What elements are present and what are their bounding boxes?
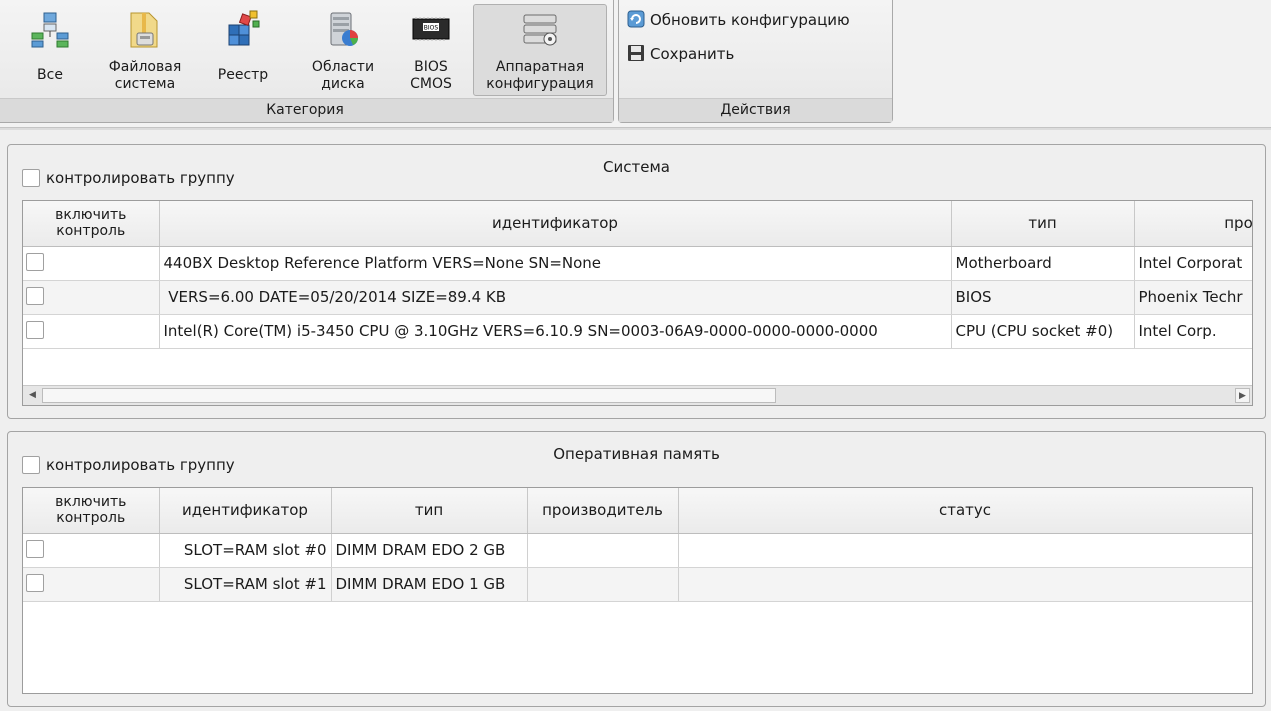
category-bios-label-1: BIOS: [414, 59, 448, 75]
memory-group-check-label: контролировать группу: [46, 456, 235, 474]
row-status: [678, 567, 1252, 602]
refresh-config-button[interactable]: Обновить конфигурацию: [627, 9, 850, 31]
category-disk-areas-label-2: диска: [321, 76, 365, 92]
save-button[interactable]: Сохранить: [627, 43, 734, 65]
scroll-left-arrow-icon[interactable]: ◀: [25, 388, 40, 403]
row-manufacturer: [527, 567, 679, 602]
system-group-check-label: контролировать группу: [46, 169, 235, 187]
memory-group-check[interactable]: контролировать группу: [22, 456, 235, 474]
category-disk-areas-label-1: Области: [311, 59, 375, 75]
row-identifier: SLOT=RAM slot #1: [159, 567, 332, 602]
col-manufacturer[interactable]: производитель: [527, 488, 679, 534]
disk-areas-icon: [330, 12, 358, 46]
memory-table: включить контроль идентификатор тип прои…: [22, 487, 1253, 694]
col-status[interactable]: статус: [678, 488, 1252, 534]
category-group-label: Категория: [0, 98, 613, 122]
col-identifier[interactable]: идентификатор: [159, 488, 332, 534]
refresh-config-label: Обновить конфигурацию: [650, 11, 850, 29]
col-type[interactable]: тип: [331, 488, 528, 534]
ribbon-toolbar: Все Файловая система Реестр Области диск…: [0, 0, 1271, 128]
memory-group-checkbox[interactable]: [22, 456, 40, 474]
row-type: CPU (CPU socket #0): [951, 314, 1135, 349]
category-group: Все Файловая система Реестр Области диск…: [0, 0, 614, 123]
bios-chip-text: BIOS: [424, 25, 439, 32]
system-table: включить контроль идентификатор тип прои…: [22, 200, 1253, 406]
row-identifier: 440BX Desktop Reference Platform VERS=No…: [159, 246, 952, 281]
memory-table-header: включить контроль идентификатор тип прои…: [23, 488, 1252, 534]
actions-group: Обновить конфигурацию Сохранить Действия: [618, 0, 893, 123]
category-filesystem-label-2: система: [114, 76, 176, 92]
hardware-config-icon: [523, 14, 557, 46]
col-type[interactable]: тип: [951, 201, 1135, 247]
row-type: DIMM DRAM EDO 2 GB: [331, 532, 528, 568]
row-identifier: VERS=6.00 DATE=05/20/2014 SIZE=89.4 KB: [159, 280, 952, 315]
category-bios-label-2: CMOS: [410, 76, 452, 92]
col-enable-control[interactable]: включить контроль: [23, 488, 160, 534]
col-manufacturer[interactable]: произво: [1134, 201, 1252, 247]
save-label: Сохранить: [650, 45, 735, 63]
col-identifier[interactable]: идентификатор: [159, 201, 952, 247]
row-manufacturer: Intel Corp.: [1134, 314, 1252, 349]
category-hardware-label-2: конфигурация: [486, 76, 594, 92]
category-all-label: Все: [37, 67, 63, 83]
category-bios-cmos-button[interactable]: BIOS BIOS CMOS: [401, 4, 461, 96]
table-row[interactable]: SLOT=RAM slot #1 DIMM DRAM EDO 1 GB: [23, 567, 1252, 602]
all-icon: [31, 12, 69, 48]
system-horizontal-scrollbar[interactable]: ◀ ▶: [23, 385, 1252, 405]
row-status: [678, 532, 1252, 568]
row-enable-checkbox[interactable]: [26, 286, 44, 305]
category-hardware-config-button[interactable]: Аппаратная конфигурация: [473, 4, 607, 96]
category-hardware-label-1: Аппаратная: [495, 59, 585, 75]
memory-panel: Оперативная память контролировать группу…: [7, 431, 1266, 707]
category-disk-areas-button[interactable]: Области диска: [295, 4, 391, 96]
category-registry-button[interactable]: Реестр: [209, 4, 277, 96]
table-row[interactable]: SLOT=RAM slot #0 DIMM DRAM EDO 2 GB: [23, 532, 1252, 568]
registry-icon: [228, 10, 260, 46]
category-registry-label: Реестр: [217, 67, 269, 83]
filesystem-icon: [130, 12, 158, 48]
category-all-button[interactable]: Все: [15, 4, 85, 96]
col-enable-control[interactable]: включить контроль: [23, 201, 160, 247]
row-type: BIOS: [951, 280, 1135, 315]
ribbon-divider: [0, 127, 1271, 130]
row-type: Motherboard: [951, 246, 1135, 281]
row-enable-checkbox[interactable]: [26, 252, 44, 271]
refresh-icon: [627, 10, 645, 28]
scroll-right-arrow-icon[interactable]: ▶: [1235, 388, 1250, 403]
bios-chip-icon: BIOS: [412, 17, 450, 41]
table-row[interactable]: 440BX Desktop Reference Platform VERS=No…: [23, 246, 1252, 281]
row-enable-checkbox[interactable]: [26, 539, 44, 558]
row-enable-checkbox[interactable]: [26, 573, 44, 592]
save-icon: [628, 45, 644, 61]
system-panel: Система контролировать группу включить к…: [7, 144, 1266, 419]
system-table-header: включить контроль идентификатор тип прои…: [23, 201, 1252, 247]
system-group-checkbox[interactable]: [22, 169, 40, 187]
system-group-check[interactable]: контролировать группу: [22, 169, 235, 187]
row-manufacturer: Phoenix Techr: [1134, 280, 1252, 315]
row-type: DIMM DRAM EDO 1 GB: [331, 567, 528, 602]
actions-group-label: Действия: [619, 98, 892, 122]
scrollbar-thumb[interactable]: [42, 388, 776, 403]
row-identifier: Intel(R) Core(TM) i5-3450 CPU @ 3.10GHz …: [159, 314, 952, 349]
category-filesystem-button[interactable]: Файловая система: [97, 4, 193, 96]
category-filesystem-label-1: Файловая: [108, 59, 182, 75]
row-manufacturer: [527, 532, 679, 568]
table-row[interactable]: VERS=6.00 DATE=05/20/2014 SIZE=89.4 KB B…: [23, 280, 1252, 315]
row-enable-checkbox[interactable]: [26, 320, 44, 339]
row-manufacturer: Intel Corporat: [1134, 246, 1252, 281]
row-identifier: SLOT=RAM slot #0: [159, 532, 332, 568]
table-row[interactable]: Intel(R) Core(TM) i5-3450 CPU @ 3.10GHz …: [23, 314, 1252, 349]
